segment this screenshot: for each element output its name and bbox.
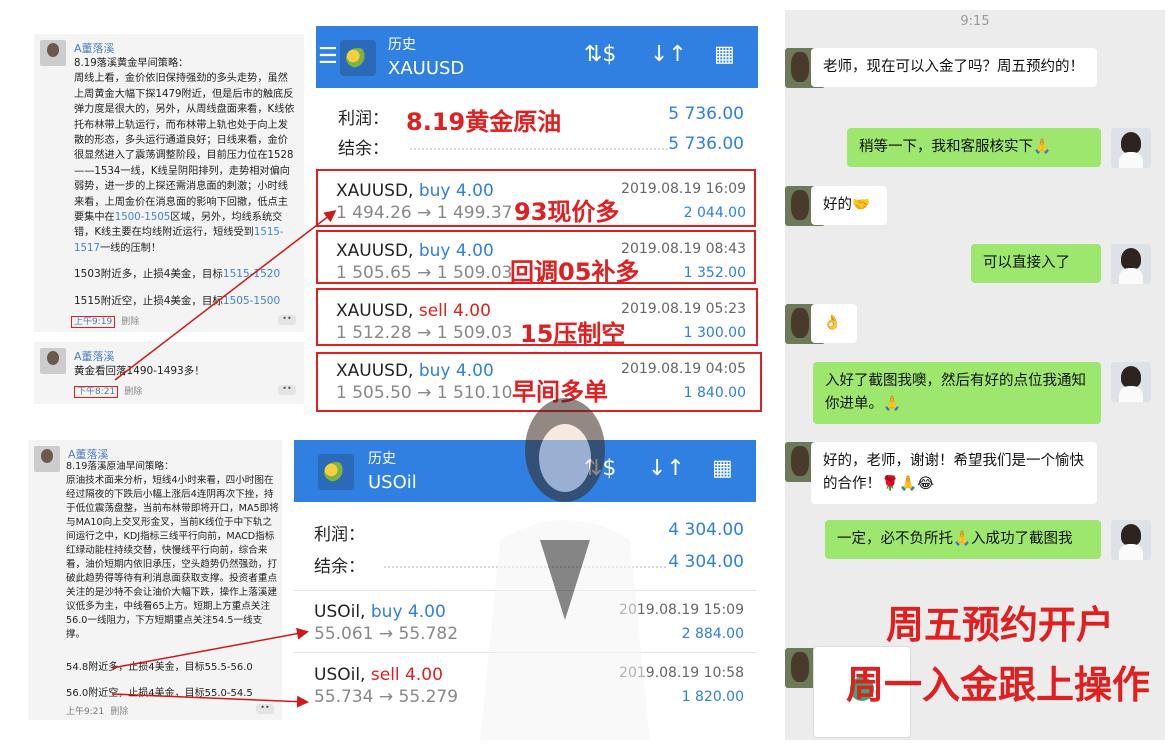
teacher-avatar xyxy=(1111,520,1151,560)
chat-message: 👌 xyxy=(811,304,857,343)
chat-message: 入好了截图我噢，然后有好的点位我通知你进单。🙏 xyxy=(813,362,1101,424)
chat-message: 一定，必不负所托🙏入成功了截图我 xyxy=(825,520,1101,559)
teacher-avatar xyxy=(1111,128,1151,168)
watermark-portrait-image xyxy=(480,398,650,740)
chat-message: 好的🤝 xyxy=(811,186,887,225)
teacher-avatar xyxy=(1111,244,1151,284)
chat-timestamp: 9:15 xyxy=(960,14,990,29)
chat-message: 老师，现在可以入金了吗？周五预约的！ xyxy=(811,48,1097,87)
teacher-avatar xyxy=(1111,362,1151,402)
arrow-note-to-trade xyxy=(111,627,309,669)
arrow-note-to-trade xyxy=(114,210,337,381)
arrow-note-to-trade xyxy=(111,693,309,708)
chat-message: 稍等一下，我和客服核实下🙏 xyxy=(847,128,1101,167)
chat-message: 好的，老师，谢谢！希望我们是一个愉快的合作！🌹🙏😂 xyxy=(811,442,1097,504)
banner-friday-open: 周五预约开户 xyxy=(886,603,1115,647)
banner-monday-deposit: 周一入金跟上操作 xyxy=(846,663,1151,707)
chat-message: 可以直接入了 xyxy=(971,244,1101,283)
